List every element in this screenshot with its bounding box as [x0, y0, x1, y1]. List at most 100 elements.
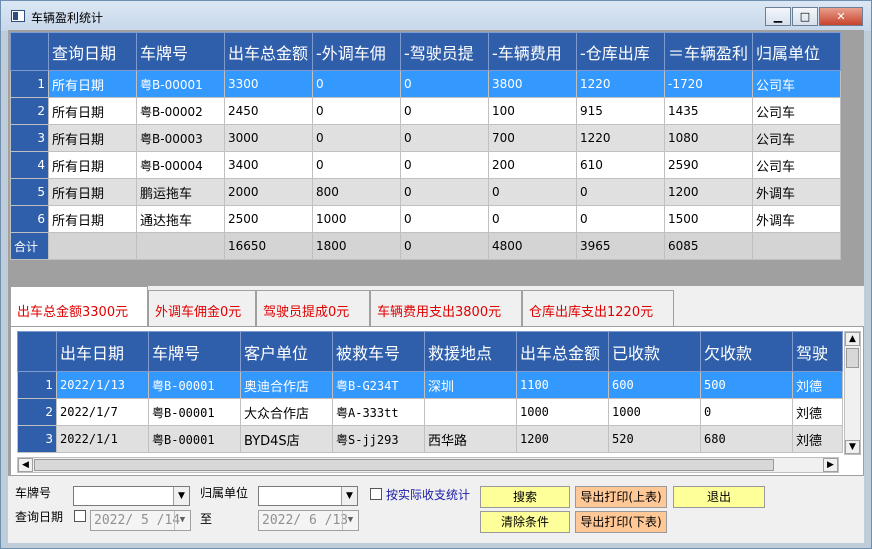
- scroll-right-icon[interactable]: ▶: [823, 458, 838, 472]
- table-cell[interactable]: 3800: [488, 70, 577, 98]
- table-cell[interactable]: 公司车: [752, 124, 841, 152]
- table-cell[interactable]: 0: [400, 205, 489, 233]
- table-cell[interactable]: 1500: [664, 205, 753, 233]
- column-header[interactable]: 欠收款: [700, 331, 793, 372]
- column-header[interactable]: 出车总金额: [516, 331, 609, 372]
- table-cell[interactable]: 1000: [312, 205, 401, 233]
- column-header[interactable]: -外调车佣: [312, 32, 401, 71]
- close-button[interactable]: ✕: [819, 7, 863, 26]
- table-cell[interactable]: 粤B-00001: [136, 70, 225, 98]
- row-number[interactable]: 2: [10, 97, 49, 125]
- column-header[interactable]: 驾驶: [792, 331, 843, 372]
- column-header[interactable]: 救援地点: [424, 331, 517, 372]
- date-checkbox[interactable]: [74, 510, 86, 522]
- row-number[interactable]: 3: [17, 425, 57, 453]
- table-cell[interactable]: 0: [312, 124, 401, 152]
- table-cell[interactable]: 所有日期: [48, 151, 137, 179]
- table-cell[interactable]: 外调车: [752, 178, 841, 206]
- date-to-picker[interactable]: 2022/ 6 /13 ▼: [258, 510, 359, 531]
- table-cell[interactable]: 1100: [516, 371, 609, 399]
- table-cell[interactable]: 3000: [224, 124, 313, 152]
- column-header[interactable]: 已收款: [608, 331, 701, 372]
- table-cell[interactable]: 所有日期: [48, 124, 137, 152]
- table-cell[interactable]: 深圳: [424, 371, 517, 399]
- horizontal-scrollbar[interactable]: ◀ ▶: [17, 457, 839, 473]
- table-cell[interactable]: 2450: [224, 97, 313, 125]
- exit-button[interactable]: 退出: [673, 486, 765, 508]
- table-cell[interactable]: 大众合作店: [240, 398, 333, 426]
- table-cell[interactable]: 粤B-00003: [136, 124, 225, 152]
- table-cell[interactable]: 粤B-00001: [148, 371, 241, 399]
- table-cell[interactable]: 1220: [576, 124, 665, 152]
- table-cell[interactable]: -1720: [664, 70, 753, 98]
- table-row[interactable]: 3 2022/1/1 粤B-00001 BYD4S店 粤S-jj293 西华路 …: [17, 425, 843, 453]
- table-cell[interactable]: 通达拖车: [136, 205, 225, 233]
- minimize-button[interactable]: ▁: [765, 7, 791, 26]
- chevron-down-icon[interactable]: ▼: [173, 487, 189, 505]
- table-cell[interactable]: 西华路: [424, 425, 517, 453]
- table-cell[interactable]: 2500: [224, 205, 313, 233]
- table-cell[interactable]: 0: [400, 97, 489, 125]
- table-cell[interactable]: 3400: [224, 151, 313, 179]
- table-cell[interactable]: 1080: [664, 124, 753, 152]
- table-cell[interactable]: 1220: [576, 70, 665, 98]
- table-cell[interactable]: 2590: [664, 151, 753, 179]
- table-cell[interactable]: 915: [576, 97, 665, 125]
- date-from-picker[interactable]: 2022/ 5 /14 ▼: [90, 510, 191, 531]
- table-cell[interactable]: 100: [488, 97, 577, 125]
- table-cell[interactable]: 610: [576, 151, 665, 179]
- column-header[interactable]: -驾驶员提: [400, 32, 489, 71]
- table-cell[interactable]: 680: [700, 425, 793, 453]
- table-cell[interactable]: 粤A-333tt: [332, 398, 425, 426]
- table-cell[interactable]: [424, 398, 517, 426]
- tab-vehicle-expense[interactable]: 车辆费用支出3800元: [370, 290, 522, 326]
- table-cell[interactable]: 0: [400, 70, 489, 98]
- table-row[interactable]: 5 所有日期 鹏运拖车 2000 800 0 0 0 1200 外调车: [10, 178, 841, 206]
- table-row[interactable]: 2 所有日期 粤B-00002 2450 0 0 100 915 1435 公司…: [10, 97, 841, 125]
- summary-table[interactable]: 查询日期 车牌号 出车总金额 -外调车佣 -驾驶员提 -车辆费用 -仓库出库 ＝…: [10, 32, 841, 260]
- table-cell[interactable]: 200: [488, 151, 577, 179]
- table-cell[interactable]: 刘德: [792, 425, 843, 453]
- maximize-button[interactable]: □: [792, 7, 818, 26]
- export-top-button[interactable]: 导出打印(上表): [575, 486, 667, 508]
- table-cell[interactable]: 0: [700, 398, 793, 426]
- row-number[interactable]: 1: [10, 70, 49, 98]
- table-cell[interactable]: 0: [312, 151, 401, 179]
- scroll-down-icon[interactable]: ▼: [845, 440, 860, 454]
- table-cell[interactable]: 2022/1/1: [56, 425, 149, 453]
- table-cell[interactable]: 粤S-jj293: [332, 425, 425, 453]
- clear-button[interactable]: 清除条件: [480, 511, 570, 533]
- row-number[interactable]: 4: [10, 151, 49, 179]
- column-header[interactable]: -仓库出库: [576, 32, 665, 71]
- column-header[interactable]: 出车总金额: [224, 32, 313, 71]
- table-row[interactable]: 1 2022/1/13 粤B-00001 奥迪合作店 粤B-G234T 深圳 1…: [17, 371, 843, 399]
- table-cell[interactable]: 鹏运拖车: [136, 178, 225, 206]
- table-cell[interactable]: 1000: [516, 398, 609, 426]
- vertical-scrollbar[interactable]: ▲ ▼: [844, 331, 861, 455]
- table-row[interactable]: 6 所有日期 通达拖车 2500 1000 0 0 0 1500 外调车: [10, 205, 841, 233]
- table-cell[interactable]: 0: [312, 70, 401, 98]
- actual-stats-checkbox[interactable]: [370, 488, 382, 500]
- table-cell[interactable]: 0: [400, 151, 489, 179]
- table-cell[interactable]: 1200: [664, 178, 753, 206]
- table-cell[interactable]: 所有日期: [48, 97, 137, 125]
- table-cell[interactable]: 500: [700, 371, 793, 399]
- table-cell[interactable]: 刘德: [792, 398, 843, 426]
- table-cell[interactable]: 0: [576, 178, 665, 206]
- row-number[interactable]: 2: [17, 398, 57, 426]
- row-number[interactable]: 6: [10, 205, 49, 233]
- table-cell[interactable]: 1200: [516, 425, 609, 453]
- column-header[interactable]: 出车日期: [56, 331, 149, 372]
- column-header[interactable]: -车辆费用: [488, 32, 577, 71]
- table-cell[interactable]: 公司车: [752, 97, 841, 125]
- column-header[interactable]: 查询日期: [48, 32, 137, 71]
- scroll-up-icon[interactable]: ▲: [845, 332, 860, 346]
- table-cell[interactable]: 3300: [224, 70, 313, 98]
- column-header[interactable]: 车牌号: [136, 32, 225, 71]
- table-cell[interactable]: 公司车: [752, 151, 841, 179]
- table-row[interactable]: 4 所有日期 粤B-00004 3400 0 0 200 610 2590 公司…: [10, 151, 841, 179]
- table-row[interactable]: 1 所有日期 粤B-00001 3300 0 0 3800 1220 -1720…: [10, 70, 841, 98]
- table-cell[interactable]: 0: [400, 124, 489, 152]
- search-button[interactable]: 搜索: [480, 486, 570, 508]
- table-cell[interactable]: 刘德: [792, 371, 843, 399]
